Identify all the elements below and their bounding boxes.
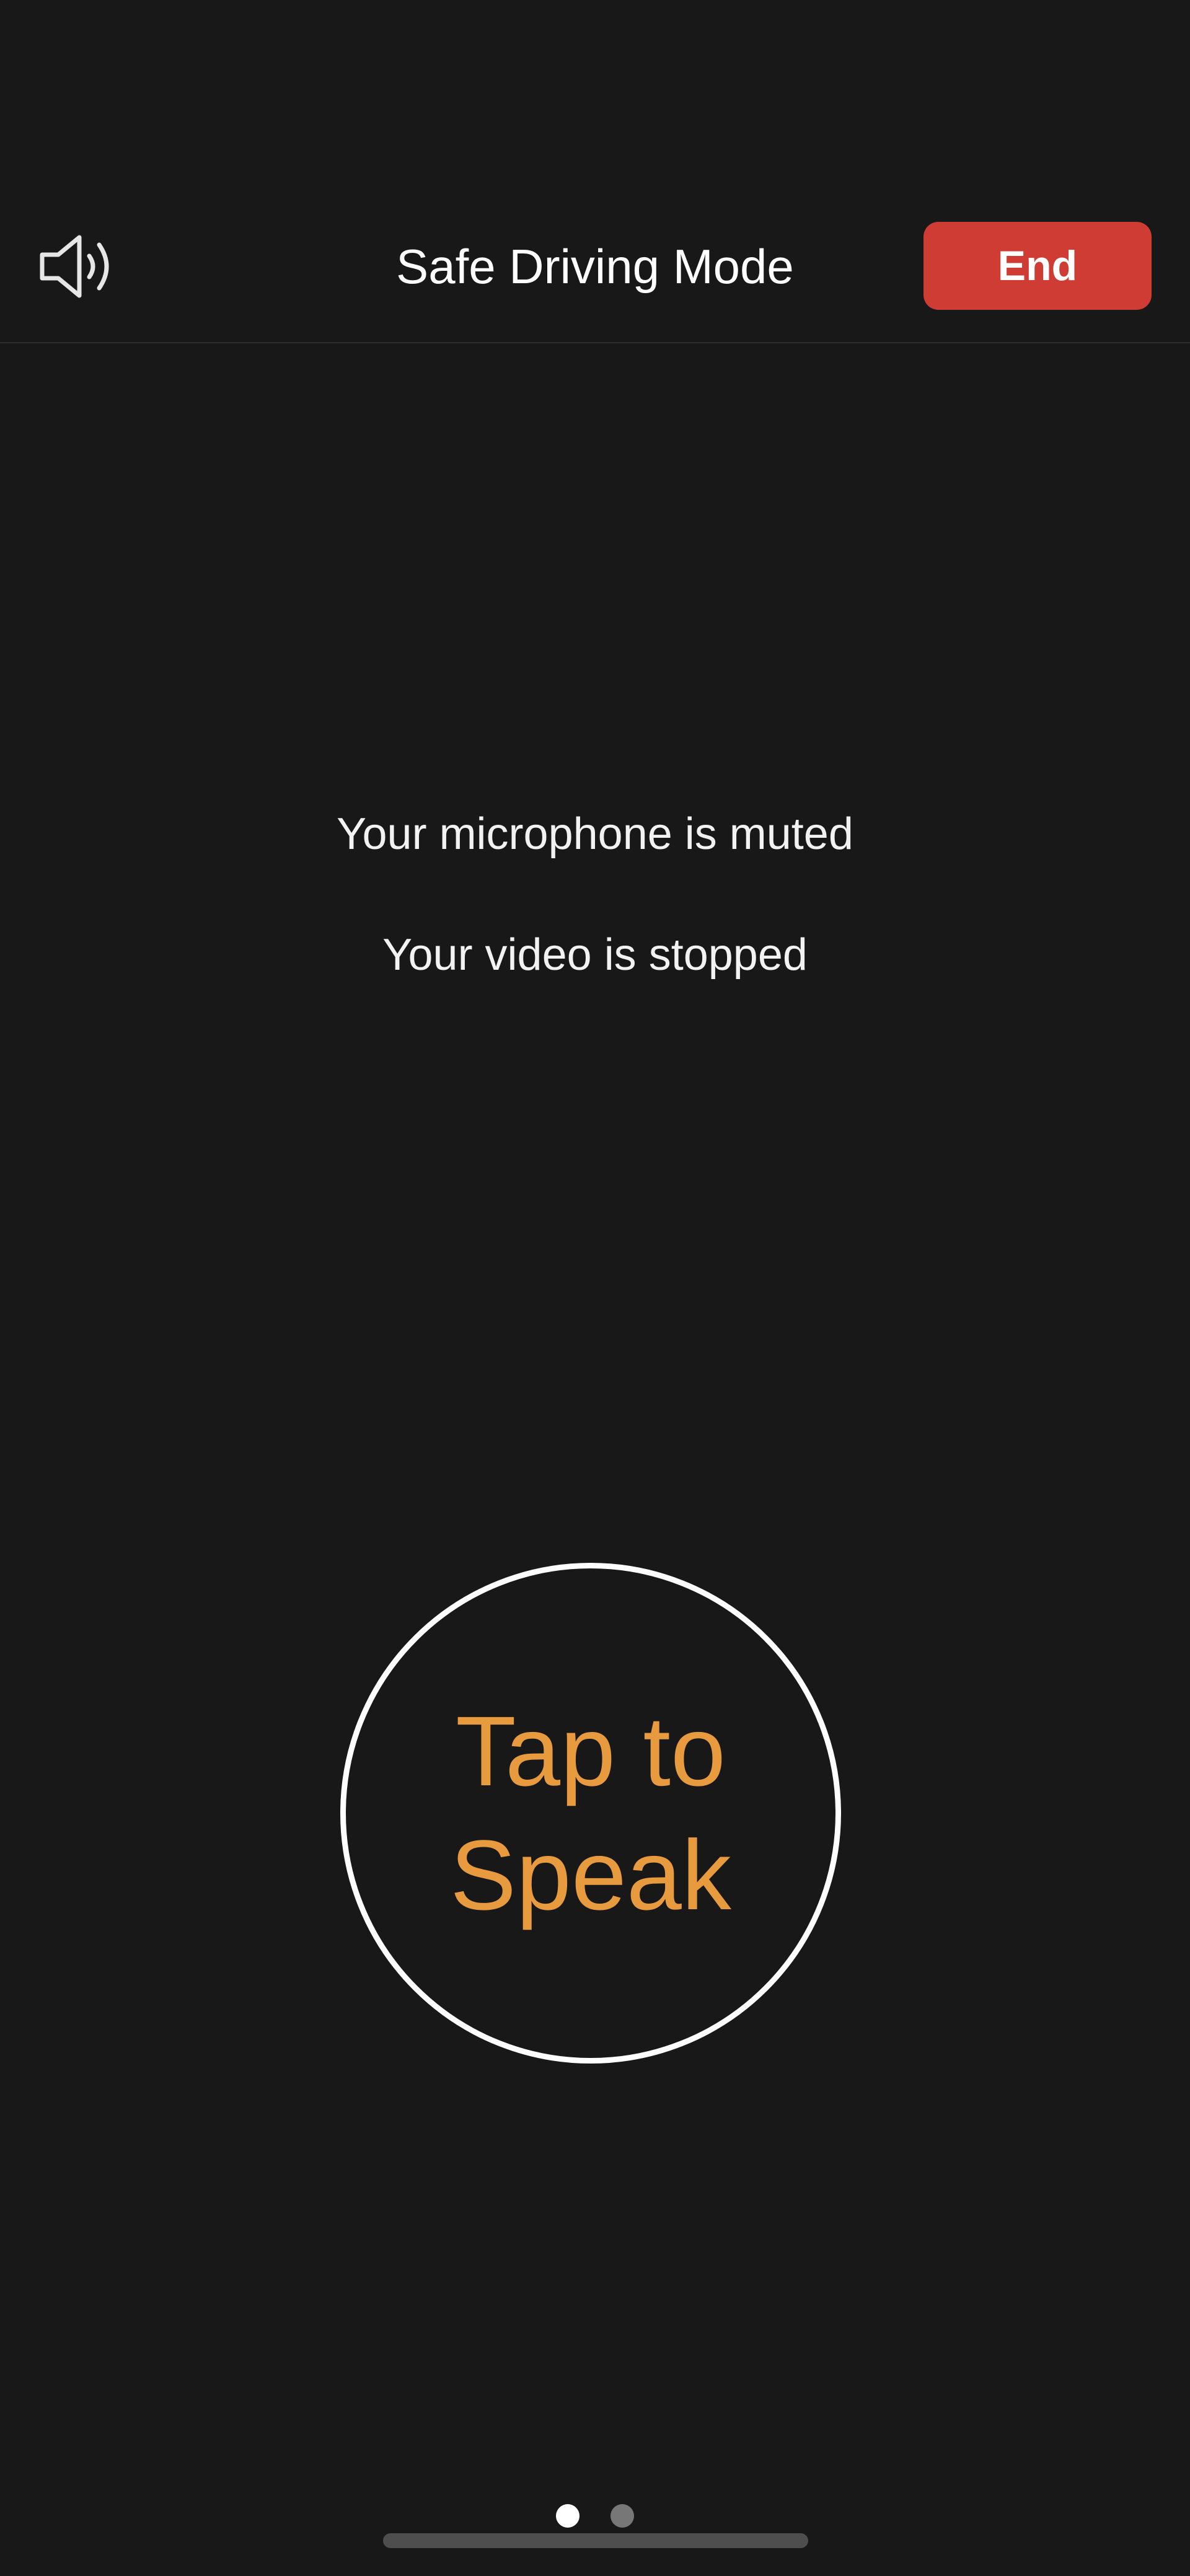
page-dot-1[interactable] [556,2504,580,2528]
page-dot-2[interactable] [610,2504,634,2528]
tap-to-speak-line2: Speak [450,1819,731,1930]
home-indicator[interactable] [383,2533,808,2548]
top-bar: Safe Driving Mode End [0,186,1190,342]
tap-to-speak-label: Tap to Speak [405,1689,777,1937]
microphone-status: Your microphone is muted [337,809,853,859]
video-status: Your video is stopped [382,930,808,980]
speaker-wave-icon [40,235,109,298]
status-bar-area [0,0,1190,186]
speaker-button[interactable] [31,220,124,313]
tap-to-speak-button[interactable]: Tap to Speak [340,1563,841,2064]
page-indicator [0,2503,1190,2528]
end-button[interactable]: End [923,222,1152,310]
page-title: Safe Driving Mode [396,239,794,294]
tap-to-speak-line1: Tap to [456,1695,726,1806]
header-divider [0,342,1190,343]
